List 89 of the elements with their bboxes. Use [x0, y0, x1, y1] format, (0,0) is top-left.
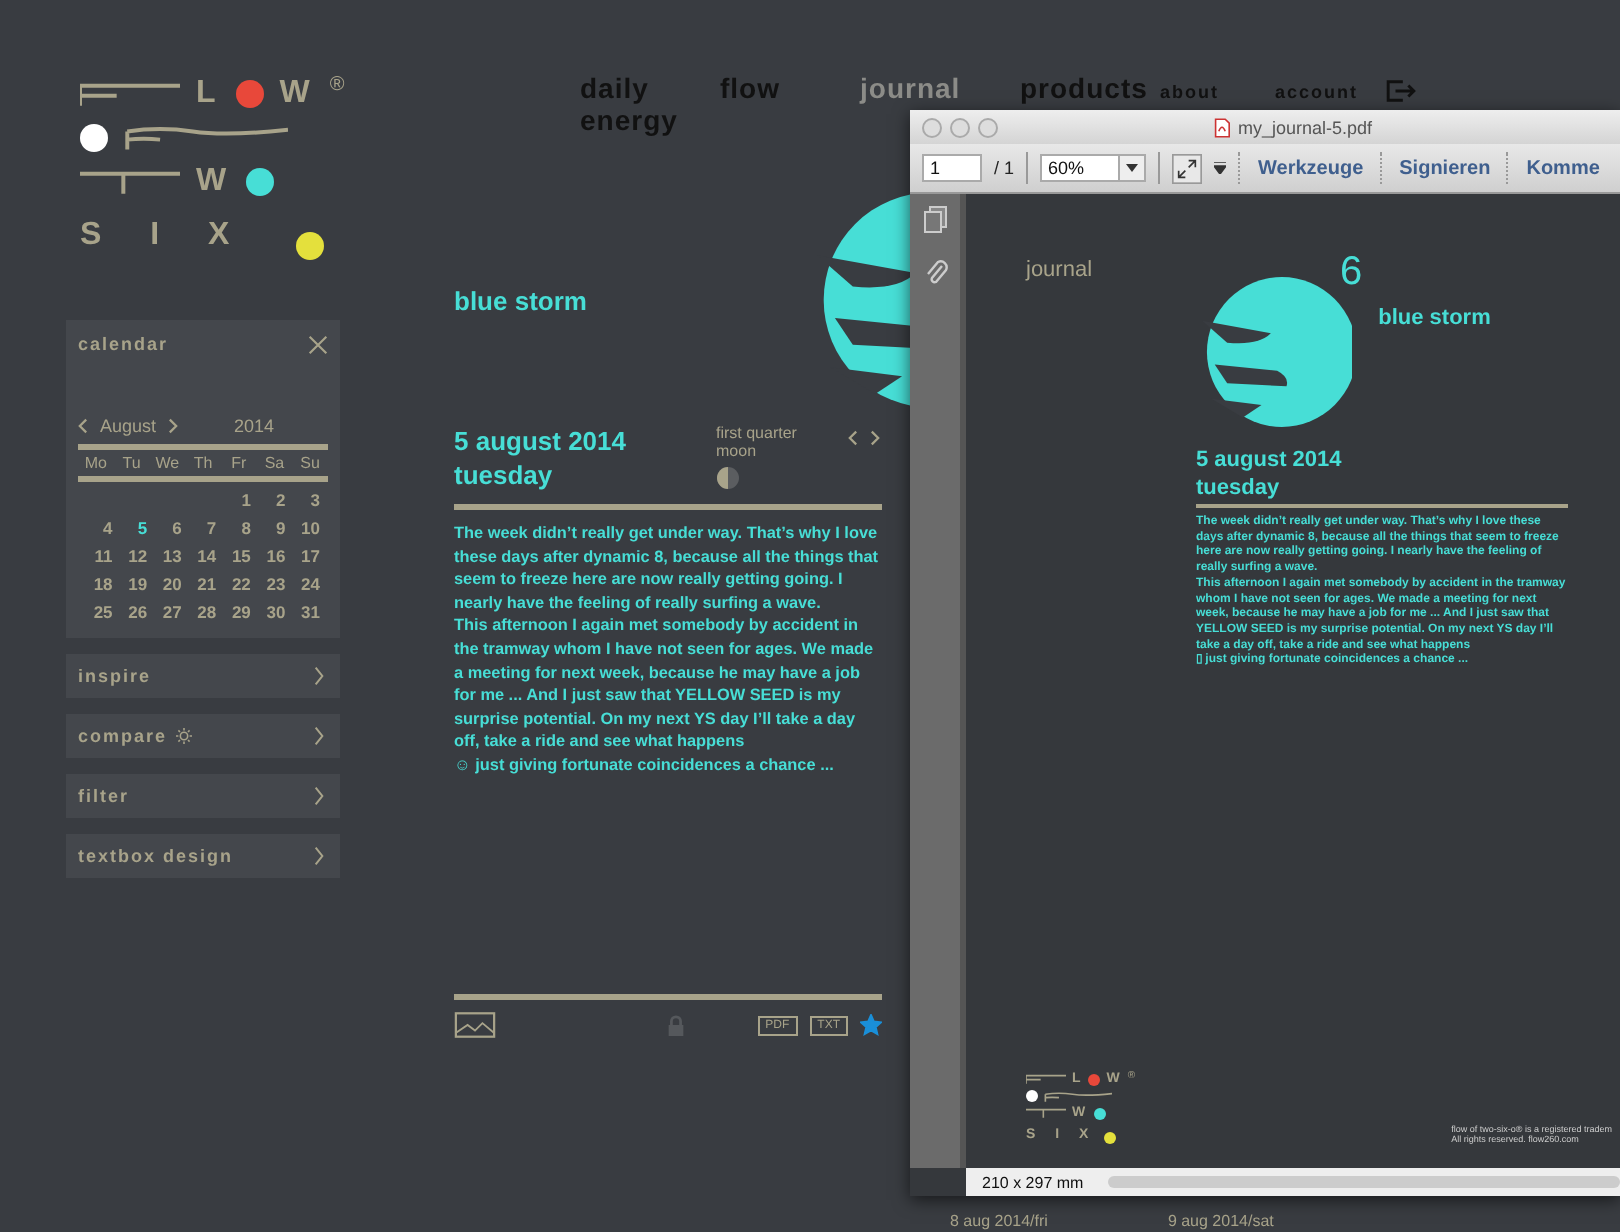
calendar-day[interactable]: 31	[285, 602, 320, 622]
calendar-day[interactable]: 17	[285, 546, 320, 566]
calendar-day[interactable]: 12	[112, 546, 148, 566]
moon-phase-label: first quarter moon	[716, 424, 799, 460]
calendar-day[interactable]: 10	[285, 518, 320, 538]
calendar-day[interactable]: 26	[112, 602, 148, 622]
weekday-label: Mo	[82, 454, 109, 472]
month-label: August	[100, 416, 157, 436]
window-title: my_journal-5.pdf	[1238, 117, 1373, 137]
caret-icon[interactable]	[1126, 164, 1139, 172]
page-size-label: 210 x 297 mm	[980, 1173, 1086, 1191]
document-date: 5 august 2014	[1196, 446, 1344, 474]
zoom-dropdown[interactable]: 60%	[1040, 154, 1147, 182]
sidebar-panel[interactable]: inspire	[66, 654, 340, 698]
day-link[interactable]: 8 aug 2014/fri	[950, 1212, 1048, 1230]
calendar-day[interactable]: 22	[216, 574, 251, 594]
calendar-day[interactable]: 25	[78, 602, 113, 622]
weekday-label: Fr	[229, 454, 249, 472]
sun-icon	[175, 728, 192, 744]
close-icon[interactable]	[308, 333, 328, 355]
panel-title: calendar	[78, 334, 169, 354]
calendar-day[interactable]: 28	[181, 602, 217, 622]
fit-page-icon[interactable]	[1172, 153, 1203, 183]
calendar-day[interactable]: 1	[216, 490, 251, 510]
calendar-day[interactable]: 7	[181, 518, 217, 538]
entry-title: blue storm	[454, 285, 587, 315]
weekday-label: Th	[191, 454, 215, 472]
image-icon[interactable]	[454, 1012, 496, 1038]
previous-day-icon[interactable]	[848, 430, 858, 446]
sidebar-panel[interactable]: filter	[66, 774, 340, 818]
calendar-day[interactable]: 21	[181, 574, 217, 594]
calendar-day[interactable]: 15	[216, 546, 251, 566]
calendar-day[interactable]: 23	[250, 574, 286, 594]
chevron-right-icon	[314, 726, 324, 746]
document-heading: journal	[1026, 258, 1095, 282]
calendar-day[interactable]: 6	[147, 518, 182, 538]
calendar-day[interactable]: 27	[147, 602, 182, 622]
sidebar-panel[interactable]: compare	[66, 714, 340, 758]
previous-month-icon[interactable]	[78, 418, 88, 434]
calendar-day[interactable]: 8	[216, 518, 251, 538]
toolbar-button[interactable]: Komme	[1522, 157, 1604, 179]
journal-paragraph: This afternoon I again met somebody by accident in the tramway whom I have not seen for ages. We made a meeting for next week, because he may have a job for me ... And I just saw that YELLOW SEED is my surprise potential. On my next YS day I’ll take a day off, take a ride and see what happens	[454, 614, 876, 754]
calendar-day[interactable]: 14	[181, 546, 217, 566]
next-day-icon[interactable]	[870, 430, 880, 446]
nav-link[interactable]: journal	[860, 72, 1020, 104]
calendar-day[interactable]: 18	[78, 574, 113, 594]
horizontal-scrollbar[interactable]	[1107, 1176, 1620, 1188]
calendar-day[interactable]: 13	[147, 546, 182, 566]
calendar-day[interactable]: 24	[285, 574, 320, 594]
calendar-day[interactable]: 29	[216, 602, 251, 622]
calendar-day[interactable]: 19	[112, 574, 148, 594]
chevron-right-icon	[314, 666, 324, 686]
calendar-day[interactable]: 4	[78, 518, 113, 538]
journal-paragraph: The week didn’t really get under way. That’s why I love these days after dynamic 8, because all the things that seem to freeze here are now really getting going. I nearly have the feeling of really surfing a wave.	[454, 522, 881, 615]
pages-icon[interactable]	[923, 206, 947, 234]
sidebar-panel[interactable]: textbox design	[66, 834, 340, 878]
calendar-day[interactable]: 20	[147, 574, 182, 594]
entry-date: 5 august 2014	[454, 424, 628, 458]
superscript-number: 6	[1340, 250, 1363, 298]
document-weekday: tuesday	[1196, 474, 1282, 502]
star-icon[interactable]	[860, 1014, 882, 1036]
calendar-day[interactable]: 5	[112, 518, 148, 538]
entry-weekday: tuesday	[454, 458, 555, 492]
day-link[interactable]: 9 aug 2014/sat	[1167, 1212, 1274, 1230]
half-moon-icon	[716, 466, 740, 490]
journal-paragraph: ☺ just giving fortunate coincidences a chance ...	[454, 753, 836, 778]
calendar-day[interactable]: 16	[250, 546, 286, 566]
year-label: 2014	[234, 416, 275, 436]
toolbar-button[interactable]: Werkzeuge	[1254, 157, 1368, 179]
toolbar-button[interactable]: Signieren	[1395, 157, 1495, 179]
pdf-file-icon	[1214, 117, 1230, 137]
paperclip-icon[interactable]	[923, 258, 947, 286]
dropdown-arrow-icon[interactable]	[1214, 162, 1227, 174]
weekday-label: We	[153, 454, 182, 472]
document-title: blue storm	[1378, 306, 1491, 330]
chevron-right-icon	[314, 786, 324, 806]
calendar-day[interactable]: 2	[250, 490, 286, 510]
weekday-label: Tu	[120, 454, 143, 472]
next-month-icon[interactable]	[168, 418, 179, 434]
calendar-day[interactable]: 9	[250, 518, 286, 538]
calendar-day[interactable]: 30	[250, 602, 286, 622]
weekday-label: Su	[298, 454, 322, 472]
page-number-field[interactable]: 1	[922, 154, 982, 182]
weekday-label: Sa	[262, 454, 287, 472]
chevron-right-icon	[314, 846, 324, 866]
calendar-day[interactable]: 11	[78, 546, 113, 566]
flow-two-six-logo[interactable]: L W ® W S I X	[80, 76, 360, 300]
calendar-day[interactable]: 3	[285, 490, 320, 510]
page-count: / 1	[994, 158, 1015, 178]
